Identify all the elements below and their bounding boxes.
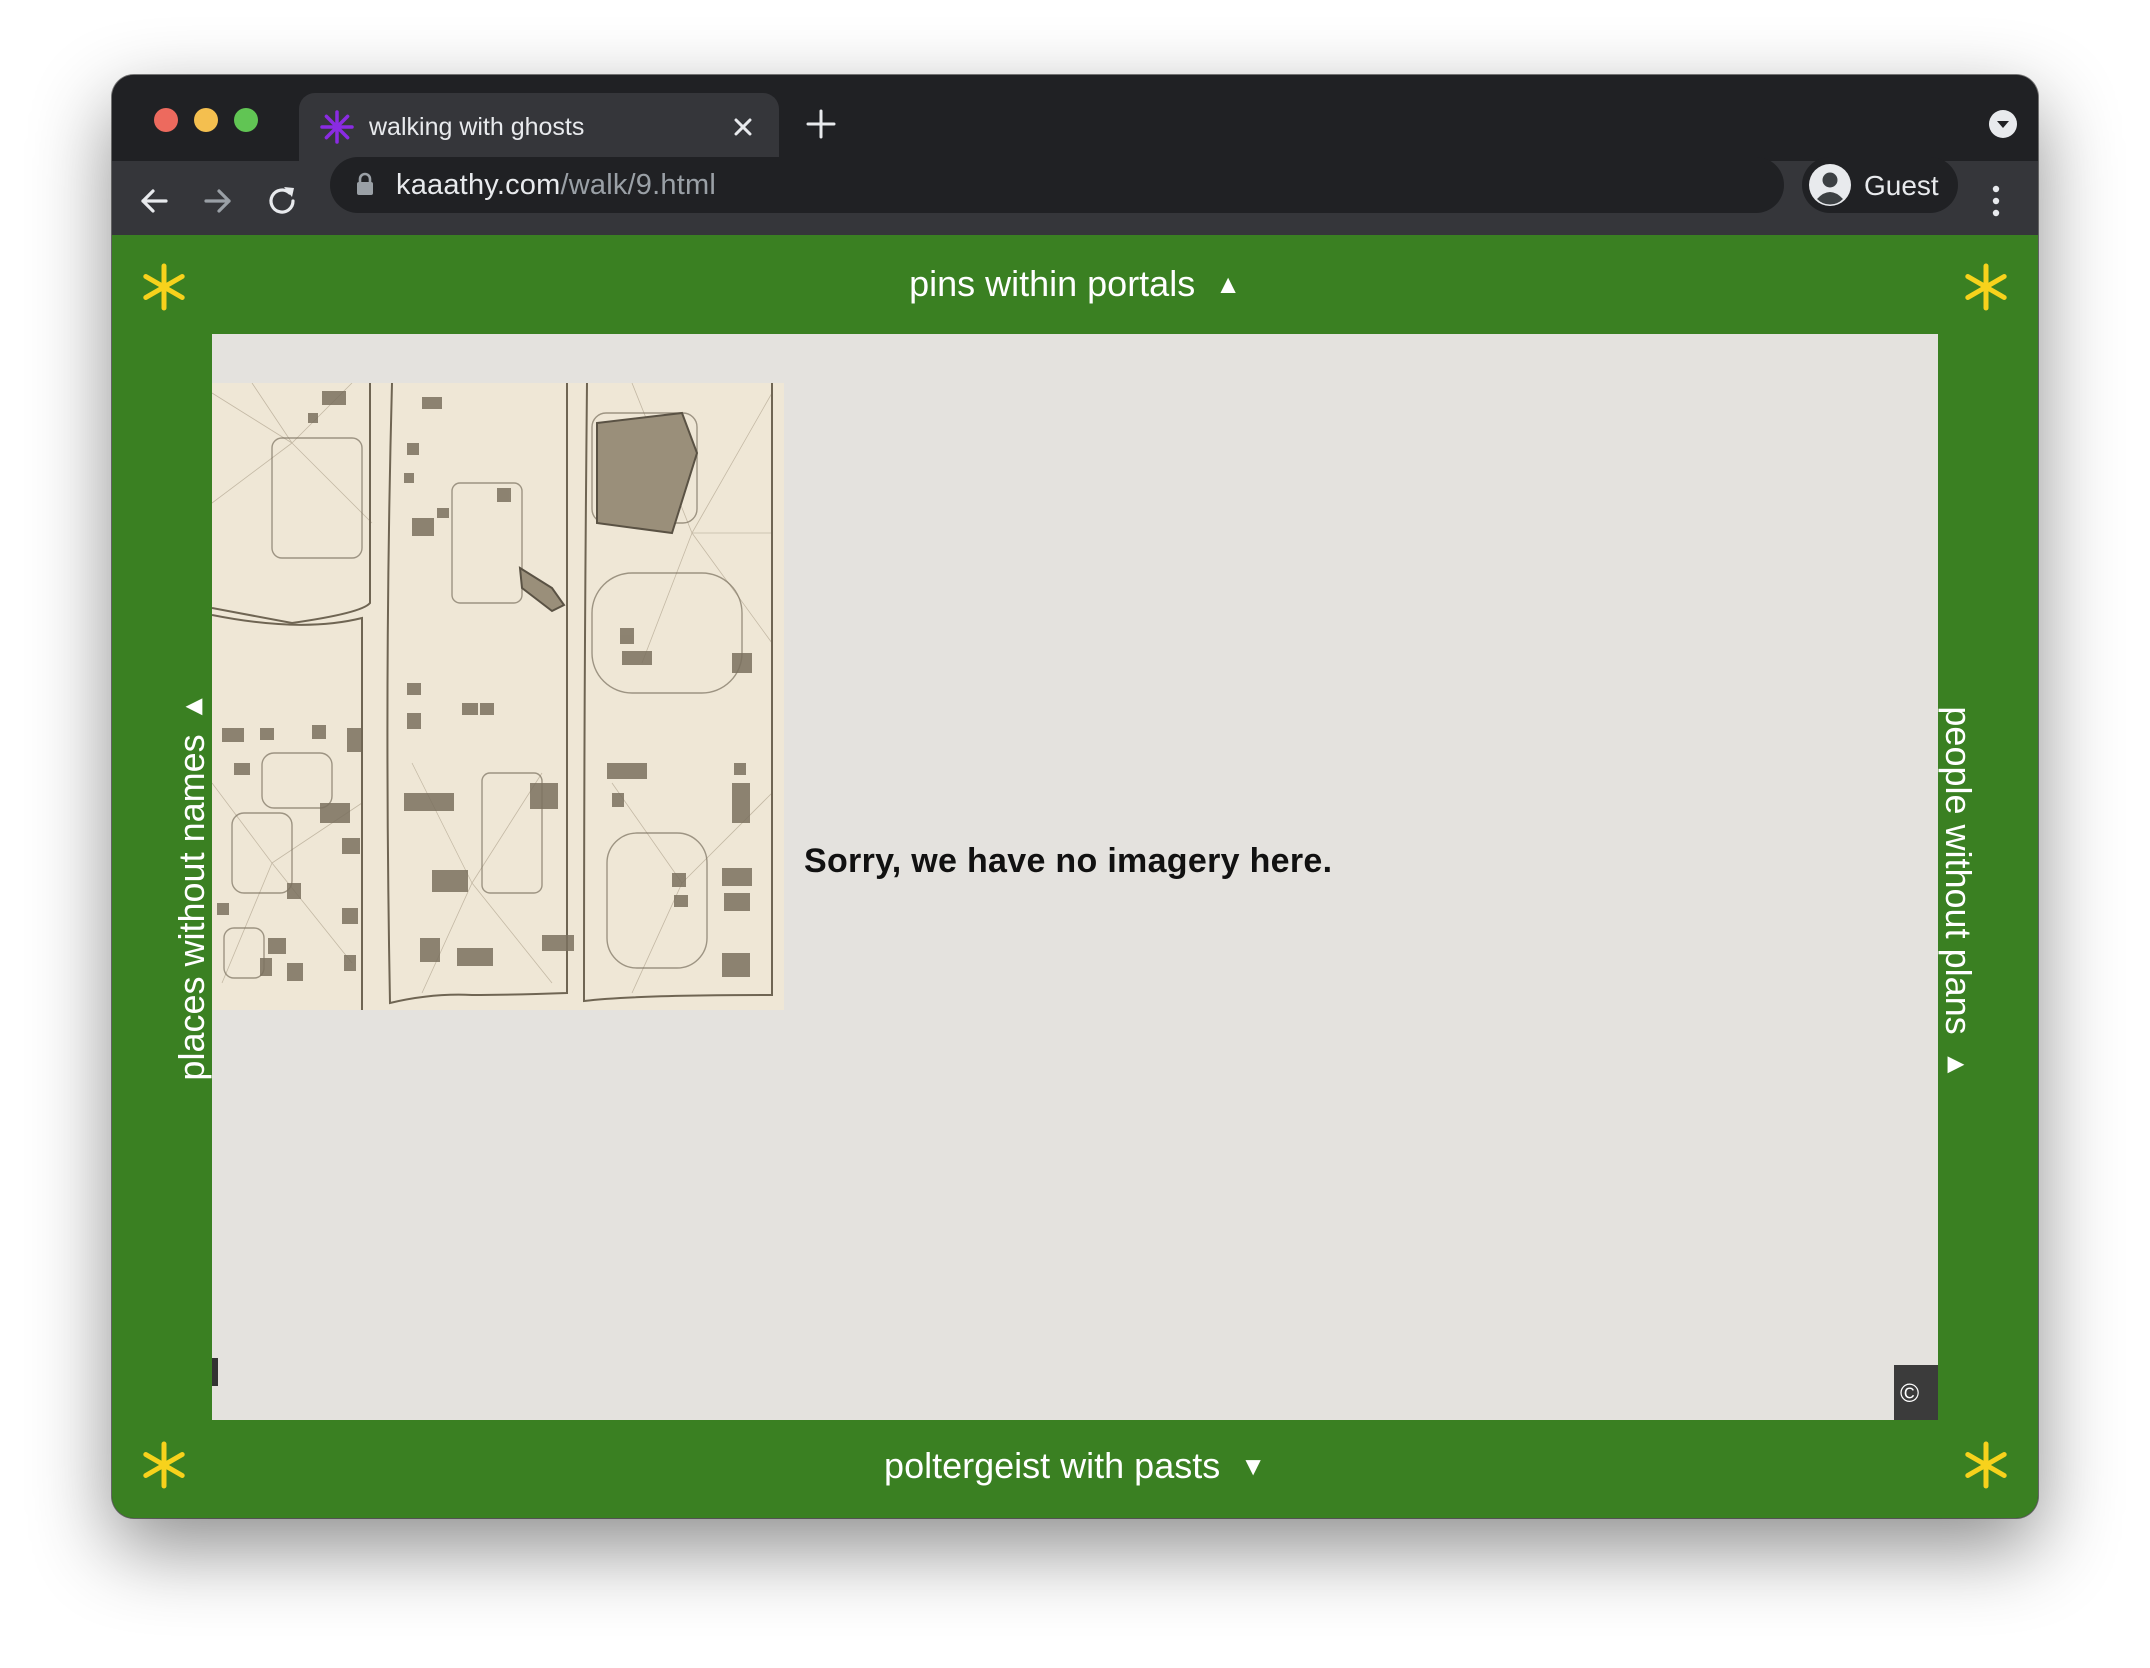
address-bar[interactable]: kaaathy.com/walk/9.html [330, 157, 1784, 213]
page-viewport: pins within portals ▲ poltergeist with pa… [112, 235, 2038, 1518]
minimize-window-button[interactable] [194, 108, 218, 132]
more-options-icon[interactable] [1988, 181, 2004, 221]
title-bar: walking with ghosts [112, 75, 2038, 161]
close-window-button[interactable] [154, 108, 178, 132]
maximize-window-button[interactable] [234, 108, 258, 132]
tab-title: walking with ghosts [369, 113, 585, 141]
url-text: kaaathy.com/walk/9.html [396, 169, 716, 202]
back-icon[interactable] [134, 181, 174, 221]
nav-up-label: pins within portals [909, 263, 1196, 304]
lock-icon[interactable] [354, 171, 376, 197]
asterisk-icon [320, 110, 354, 144]
nav-down-link[interactable]: poltergeist with pasts ▼ [112, 1445, 2038, 1487]
nav-down-label: poltergeist with pasts [884, 1445, 1221, 1486]
nav-right-label: people without plans [1938, 706, 1979, 1035]
avatar-icon [1809, 164, 1851, 206]
nav-left-link[interactable]: places without names ◀ [171, 639, 213, 1139]
down-arrow-icon: ▼ [1240, 1451, 1266, 1481]
copyright-badge: © [1894, 1365, 1938, 1420]
historic-map-tile [212, 383, 784, 1010]
browser-window: walking with ghosts kaaathy.com/walk/9.h… [112, 75, 2038, 1518]
close-tab-icon[interactable] [725, 109, 761, 145]
nav-left-label: places without names [171, 734, 212, 1081]
forward-icon[interactable] [198, 181, 238, 221]
tab-active[interactable]: walking with ghosts [299, 93, 779, 161]
profile-label: Guest [1864, 170, 1939, 201]
street-view-map[interactable]: Sorry, we have no imagery here. © [212, 334, 1938, 1420]
profile-button[interactable]: Guest [1802, 157, 1958, 213]
up-arrow-icon: ▲ [1215, 269, 1241, 299]
new-tab-icon[interactable] [804, 107, 838, 141]
left-arrow-icon: ◀ [185, 692, 203, 718]
tab-search-icon[interactable] [1988, 109, 2018, 139]
reload-icon[interactable] [262, 181, 302, 221]
nav-right-link[interactable]: people without plans ▶ [1937, 639, 1979, 1139]
url-path: /walk/9.html [560, 169, 716, 201]
no-imagery-message: Sorry, we have no imagery here. [804, 842, 1333, 880]
nav-up-link[interactable]: pins within portals ▲ [112, 263, 2038, 305]
url-host: kaaathy.com [396, 169, 561, 201]
map-logo-fragment [212, 1358, 218, 1386]
right-arrow-icon: ▶ [1947, 1050, 1965, 1076]
